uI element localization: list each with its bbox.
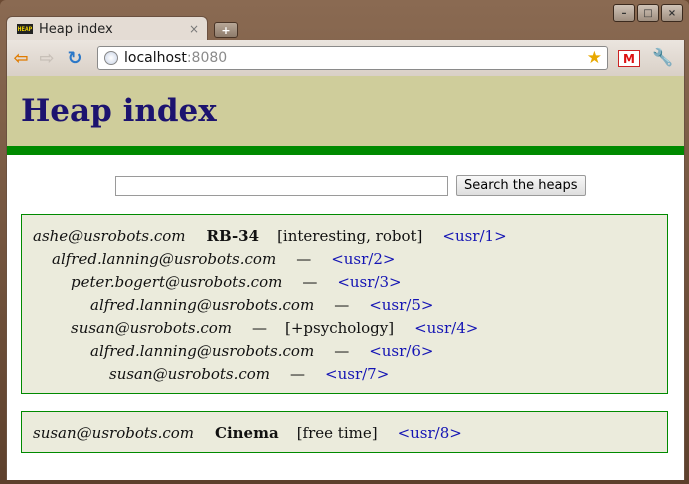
heap-entry: alfred.lanning@usrobots.com — <usr/6> [22, 339, 667, 362]
entry-link[interactable]: <usr/6> [369, 342, 433, 360]
reload-icon[interactable]: ↻ [65, 48, 85, 69]
close-tab-icon[interactable]: × [189, 22, 199, 36]
browser-toolbar: ⇦ ⇨ ↻ localhost:8080 ★ M 🔧 [6, 40, 685, 76]
entry-title: RB-34 [206, 226, 260, 245]
search-input[interactable] [115, 175, 448, 196]
entry-author: susan@usrobots.com [71, 318, 233, 337]
entry-author: susan@usrobots.com [33, 423, 195, 442]
entry-title: Cinema [215, 423, 279, 442]
minimize-button[interactable]: – [613, 4, 635, 22]
heap-entry: peter.bogert@usrobots.com — <usr/3> [22, 270, 667, 293]
page-title: Heap index [21, 93, 217, 129]
back-icon[interactable]: ⇦ [11, 48, 31, 69]
bookmark-star-icon[interactable]: ★ [587, 48, 602, 68]
maximize-button[interactable]: □ [637, 4, 659, 22]
wrench-icon[interactable]: 🔧 [652, 48, 673, 68]
heap-entry: alfred.lanning@usrobots.com — <usr/5> [22, 293, 667, 316]
entry-dash: — [296, 249, 312, 268]
entry-author: alfred.lanning@usrobots.com [90, 295, 315, 314]
entry-link[interactable]: <usr/5> [369, 296, 433, 314]
entry-dash: — [334, 295, 350, 314]
entry-link[interactable]: <usr/2> [331, 250, 395, 268]
entry-author: alfred.lanning@usrobots.com [90, 341, 315, 360]
heap-entry: susan@usrobots.com — [+psychology] <usr/… [22, 316, 667, 339]
search-form: Search the heaps [115, 175, 586, 196]
entry-link[interactable]: <usr/7> [325, 365, 389, 383]
header-divider [7, 146, 684, 155]
close-window-button[interactable]: × [661, 4, 683, 22]
entry-dash: — [252, 318, 268, 337]
page-viewport: Heap index Search the heaps ashe@usrobot… [6, 76, 685, 480]
page-header: Heap index [7, 76, 684, 146]
entry-tags: [+psychology] [285, 318, 395, 337]
tab-title: Heap index [39, 21, 113, 37]
entry-author: ashe@usrobots.com [33, 226, 186, 245]
entry-link[interactable]: <usr/4> [414, 319, 478, 337]
forward-icon[interactable]: ⇨ [37, 48, 57, 69]
entry-tags: [free time] [296, 423, 378, 442]
new-tab-button[interactable]: + [214, 22, 238, 38]
entry-link[interactable]: <usr/3> [337, 273, 401, 291]
entry-dash: — [334, 341, 350, 360]
search-button[interactable]: Search the heaps [456, 175, 586, 196]
url-port: :8080 [186, 50, 228, 66]
window-controls: – □ × [613, 4, 683, 22]
entry-link[interactable]: <usr/8> [398, 424, 462, 442]
entry-tags: [interesting, robot] [277, 226, 423, 245]
entry-dash: — [290, 364, 306, 383]
gmail-icon[interactable]: M [618, 50, 640, 67]
url-host: localhost [124, 50, 187, 66]
heap-entry: alfred.lanning@usrobots.com — <usr/2> [22, 247, 667, 270]
entry-link[interactable]: <usr/1> [442, 227, 506, 245]
heap-card: ashe@usrobots.com RB-34 [interesting, ro… [21, 214, 668, 394]
browser-window: – □ × HEAP Heap index × + ⇦ ⇨ ↻ localhos… [0, 0, 689, 484]
address-bar[interactable]: localhost:8080 ★ [97, 46, 608, 70]
entry-author: susan@usrobots.com [109, 364, 271, 383]
entry-author: alfred.lanning@usrobots.com [52, 249, 277, 268]
heap-entry: ashe@usrobots.com RB-34 [interesting, ro… [22, 224, 667, 247]
entry-author: peter.bogert@usrobots.com [71, 272, 283, 291]
heap-entry: susan@usrobots.com — <usr/7> [22, 362, 667, 385]
heap-entry: susan@usrobots.com Cinema [free time] <u… [22, 421, 667, 444]
heap-card: susan@usrobots.com Cinema [free time] <u… [21, 411, 668, 453]
browser-tab[interactable]: HEAP Heap index × [6, 16, 208, 41]
heap-favicon-icon: HEAP [17, 24, 33, 34]
globe-icon [104, 51, 118, 65]
entry-dash: — [302, 272, 318, 291]
